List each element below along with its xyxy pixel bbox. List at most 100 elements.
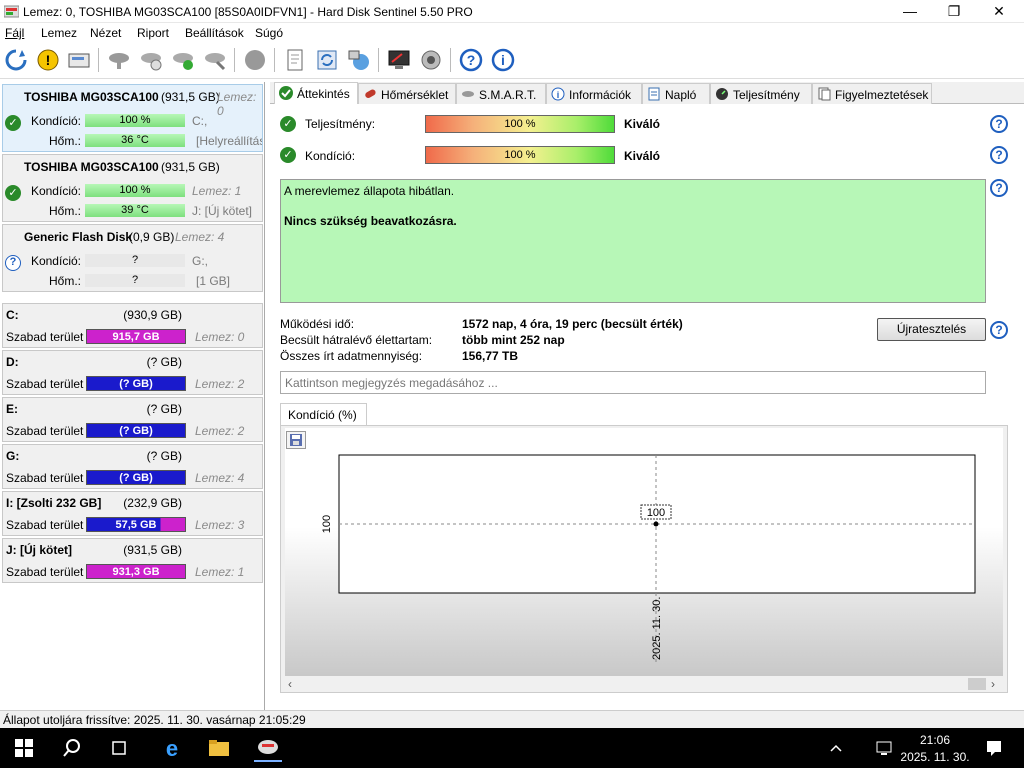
volume-disk-number: Lemez: 2 bbox=[195, 377, 245, 391]
performance-rating: Kiváló bbox=[624, 117, 661, 131]
file-explorer-icon[interactable] bbox=[205, 734, 233, 762]
sound-icon[interactable] bbox=[418, 47, 444, 73]
chart-tab-condition[interactable]: Kondíció (%) bbox=[280, 403, 367, 425]
task-view-icon[interactable] bbox=[105, 734, 133, 762]
help-icon[interactable]: ? bbox=[990, 179, 1008, 197]
volume-size: (930,9 GB) bbox=[123, 308, 182, 322]
volume-disk-number: Lemez: 2 bbox=[195, 424, 245, 438]
help-icon[interactable]: ? bbox=[990, 321, 1008, 339]
disk-partitions: G:, bbox=[192, 254, 209, 268]
ok-icon: ✓ bbox=[280, 147, 296, 163]
condition-value: ? bbox=[85, 254, 185, 267]
sync-icon[interactable] bbox=[314, 47, 340, 73]
close-button[interactable]: ✕ bbox=[976, 0, 1022, 22]
help-icon[interactable]: ? bbox=[990, 115, 1008, 133]
volume-name: J: [Új kötet] bbox=[6, 543, 72, 557]
menu-report[interactable]: Riport bbox=[137, 26, 169, 40]
tab-bar: Áttekintés Hőmérséklet S.M.A.R.T. i Info… bbox=[270, 82, 1024, 104]
disk-tool-icon-3[interactable] bbox=[202, 47, 228, 73]
status-text-box: A merevlemez állapota hibátlan. Nincs sz… bbox=[280, 179, 986, 303]
volume-item[interactable]: C: (930,9 GB) Szabad terület 915,7 GB Le… bbox=[2, 303, 263, 348]
scrollbar-thumb[interactable] bbox=[968, 678, 986, 690]
disk-item[interactable]: Generic Flash Disk (0,9 GB) Lemez: 4 ? K… bbox=[2, 224, 263, 292]
disk-item[interactable]: TOSHIBA MG03SCA100 (931,5 GB) ✓ Kondíció… bbox=[2, 154, 263, 222]
x-axis-tick-label: 2025. 11. 30. bbox=[651, 597, 663, 660]
scroll-right-icon[interactable]: › bbox=[991, 677, 995, 691]
log-icon bbox=[647, 87, 661, 101]
temperature-label: Hőm.: bbox=[48, 134, 81, 148]
condition-chart: 100 2025. 11. 30. 100 bbox=[321, 454, 976, 665]
volume-name: I: [Zsolti 232 GB] bbox=[6, 496, 102, 510]
cloud-icon[interactable] bbox=[242, 47, 268, 73]
clock-time[interactable]: 21:06 bbox=[905, 733, 965, 747]
free-space-bar: (? GB) bbox=[86, 470, 186, 485]
ok-icon bbox=[279, 86, 293, 100]
report-icon[interactable] bbox=[282, 47, 308, 73]
free-space-bar: 915,7 GB bbox=[86, 329, 186, 344]
volume-item[interactable]: D: (? GB) Szabad terület (? GB) Lemez: 2 bbox=[2, 350, 263, 395]
tab-smart[interactable]: S.M.A.R.T. bbox=[456, 83, 546, 104]
tab-alerts[interactable]: Figyelmeztetések bbox=[812, 83, 932, 104]
maximize-button[interactable]: ❐ bbox=[931, 0, 977, 22]
volume-size: (931,5 GB) bbox=[123, 543, 182, 557]
monitor-icon[interactable] bbox=[386, 47, 412, 73]
minimize-button[interactable]: — bbox=[887, 0, 933, 22]
disk-size: (0,9 GB) bbox=[129, 230, 175, 244]
refresh-icon[interactable] bbox=[3, 47, 29, 73]
status-line-2: Nincs szükség beavatkozásra. bbox=[284, 214, 457, 228]
tab-label: Figyelmeztetések bbox=[835, 88, 929, 102]
menu-file[interactable]: Fájl bbox=[5, 26, 24, 40]
volume-item[interactable]: J: [Új kötet] (931,5 GB) Szabad terület … bbox=[2, 538, 263, 583]
hard-disk-sentinel-taskbar-icon[interactable] bbox=[254, 734, 282, 762]
svg-text:i: i bbox=[501, 52, 505, 68]
condition-bar: 100 % bbox=[425, 146, 615, 164]
tab-performance[interactable]: Teljesítmény bbox=[710, 83, 812, 104]
menu-view[interactable]: Nézet bbox=[90, 26, 121, 40]
volume-name: C: bbox=[6, 308, 19, 322]
temperature-label: Hőm.: bbox=[48, 274, 81, 288]
disk-check-icon[interactable] bbox=[170, 47, 196, 73]
menu-disk[interactable]: Lemez bbox=[41, 26, 77, 40]
disk-tool-icon-2[interactable] bbox=[138, 47, 164, 73]
tab-overview[interactable]: Áttekintés bbox=[274, 82, 358, 104]
help-icon[interactable]: ? bbox=[990, 146, 1008, 164]
tab-label: Teljesítmény bbox=[733, 88, 800, 102]
start-icon[interactable] bbox=[10, 734, 38, 762]
menu-help[interactable]: Súgó bbox=[255, 26, 283, 40]
tab-log[interactable]: Napló bbox=[642, 83, 710, 104]
volume-item[interactable]: E: (? GB) Szabad terület (? GB) Lemez: 2 bbox=[2, 397, 263, 442]
network-icon[interactable] bbox=[346, 47, 372, 73]
disk-icon bbox=[461, 87, 475, 101]
menu-settings[interactable]: Beállítások bbox=[185, 26, 244, 40]
disk-info-icon[interactable] bbox=[66, 47, 92, 73]
free-space-label: Szabad terület bbox=[6, 377, 84, 391]
data-point bbox=[653, 521, 659, 527]
data-label: 100 bbox=[647, 507, 665, 519]
network-tray-icon[interactable] bbox=[870, 734, 898, 762]
taskbar: e 21:06 2025. 11. 30. bbox=[0, 728, 1024, 768]
tab-temperature[interactable]: Hőmérséklet bbox=[358, 83, 456, 104]
condition-label: Kondíció: bbox=[30, 254, 81, 268]
about-icon[interactable]: i bbox=[490, 47, 516, 73]
disk-tool-icon-1[interactable] bbox=[106, 47, 132, 73]
disk-item[interactable]: TOSHIBA MG03SCA100 (931,5 GB) Lemez: 0 ✓… bbox=[2, 84, 263, 152]
volume-item[interactable]: G: (? GB) Szabad terület (? GB) Lemez: 4 bbox=[2, 444, 263, 489]
note-input[interactable]: Kattintson megjegyzés megadásához ... bbox=[280, 371, 986, 394]
search-icon[interactable] bbox=[58, 734, 86, 762]
help-icon[interactable]: ? bbox=[458, 47, 484, 73]
condition-value: 100 % bbox=[85, 114, 185, 127]
disk-size: (931,5 GB) bbox=[161, 160, 220, 174]
scroll-left-icon[interactable]: ‹ bbox=[288, 677, 292, 691]
clock-date[interactable]: 2025. 11. 30. bbox=[895, 750, 975, 764]
tab-information[interactable]: i Információk bbox=[546, 83, 642, 104]
chart-scrollbar[interactable]: ‹ › bbox=[285, 676, 1003, 692]
notification-icon[interactable] bbox=[980, 734, 1008, 762]
disk-size: (931,5 GB) bbox=[161, 90, 220, 104]
warning-icon[interactable]: ! bbox=[35, 47, 61, 73]
internet-explorer-icon[interactable]: e bbox=[158, 734, 186, 762]
free-space-label: Szabad terület bbox=[6, 565, 84, 579]
retest-button[interactable]: Újratesztelés bbox=[877, 318, 986, 341]
temperature-label: Hőm.: bbox=[48, 204, 81, 218]
volume-item[interactable]: I: [Zsolti 232 GB] (232,9 GB) Szabad ter… bbox=[2, 491, 263, 536]
chevron-up-icon[interactable] bbox=[822, 734, 850, 762]
